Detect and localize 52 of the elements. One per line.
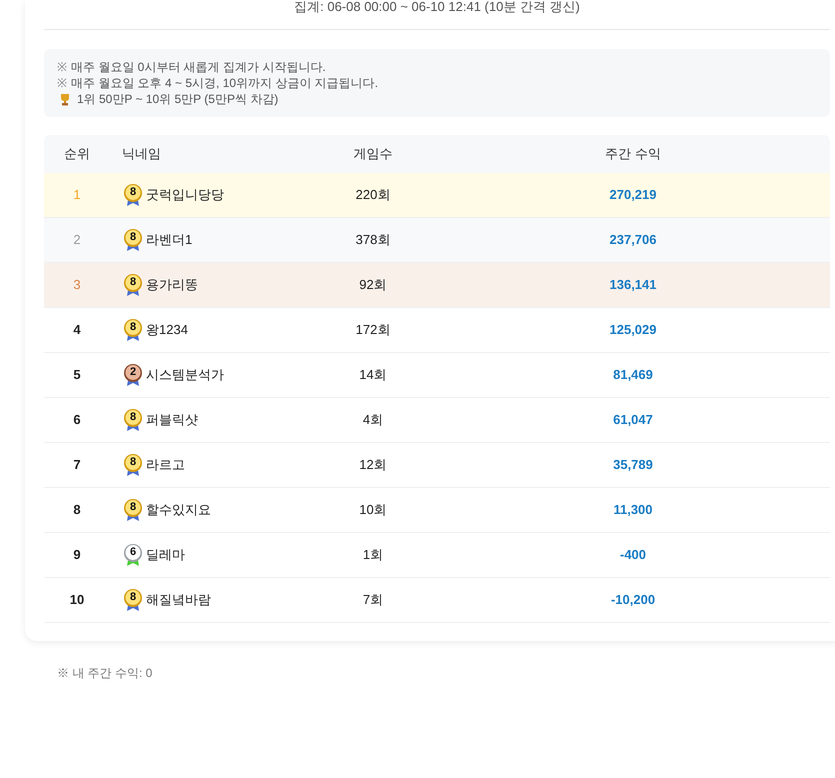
income-cell-text: 125,029 <box>608 321 658 340</box>
games-cell-text: 92회 <box>358 276 388 294</box>
rank-cell-text: 7 <box>72 456 82 474</box>
trophy-icon <box>59 92 71 106</box>
games-cell-text: 1회 <box>362 546 384 564</box>
income-cell-text: 136,141 <box>608 276 658 294</box>
nickname-cell-text: 딜레마 <box>146 546 185 564</box>
rank-cell-text: 3 <box>72 276 82 294</box>
note-mark: ※ <box>57 59 67 75</box>
period-text: 집계: 06-08 00:00 ~ 06-10 12:41 (10분 간격 갱신) <box>294 0 580 14</box>
rank-cell-text: 6 <box>72 411 82 430</box>
income-cell-text: 11,300 <box>612 501 654 520</box>
rank-cell-text: 9 <box>72 546 82 564</box>
games-cell-text: 220회 <box>354 186 392 204</box>
rank-cell-text: 1 <box>72 186 82 204</box>
games-cell-text: 10회 <box>358 501 388 520</box>
column-header: 순위 <box>63 145 91 164</box>
games-cell-text: 7회 <box>362 591 384 610</box>
notice-text: 1위 50만P ~ 10위 5만P (5만P씩 차감) <box>77 91 278 107</box>
rank-cell-text: 8 <box>72 501 82 520</box>
nickname-cell-text: 시스템분석가 <box>146 366 224 384</box>
income-cell-text: -10,200 <box>610 591 656 610</box>
games-cell-text: 14회 <box>358 366 388 384</box>
rank-cell-text: 4 <box>72 321 82 340</box>
notice-text: 매주 월요일 오후 4 ~ 5시경, 10위까지 상금이 지급됩니다. <box>71 75 378 91</box>
nickname-cell-text: 라르고 <box>146 456 185 474</box>
nickname-cell-text: 용가리똥 <box>146 276 198 294</box>
rank-cell-text: 2 <box>72 231 82 250</box>
nickname-cell-text: 굿럭입니당당 <box>146 186 224 204</box>
column-header: 게임수 <box>352 145 394 164</box>
nickname-cell-text: 할수있지요 <box>146 501 211 520</box>
income-cell-text: 35,789 <box>612 456 654 474</box>
my-income-text: ※ 내 주간 수익: 0 <box>57 666 152 680</box>
rank-cell-text: 10 <box>68 591 86 610</box>
games-cell-text: 378회 <box>354 231 392 250</box>
income-cell-text: 81,469 <box>612 366 654 384</box>
rank-cell-text: 5 <box>72 366 82 384</box>
games-cell-text: 172회 <box>354 321 392 340</box>
note-mark: ※ <box>57 75 67 91</box>
income-cell-text: 61,047 <box>612 411 654 430</box>
nickname-cell-text: 왕1234 <box>146 321 188 340</box>
nickname-cell-text: 퍼블릭샷 <box>146 411 198 430</box>
column-header: 주간 수익 <box>604 145 662 164</box>
income-cell-text: -400 <box>618 546 648 564</box>
notice-text: 매주 월요일 0시부터 새롭게 집계가 시작됩니다. <box>71 59 326 75</box>
games-cell-text: 4회 <box>362 411 384 430</box>
nickname-cell-text: 라벤더1 <box>146 231 192 250</box>
income-cell-text: 237,706 <box>608 231 658 250</box>
games-cell-text: 12회 <box>358 456 388 474</box>
column-header: 닉네임 <box>121 145 162 164</box>
income-cell-text: 270,219 <box>608 186 658 204</box>
nickname-cell-text: 해질녘바람 <box>146 591 211 610</box>
